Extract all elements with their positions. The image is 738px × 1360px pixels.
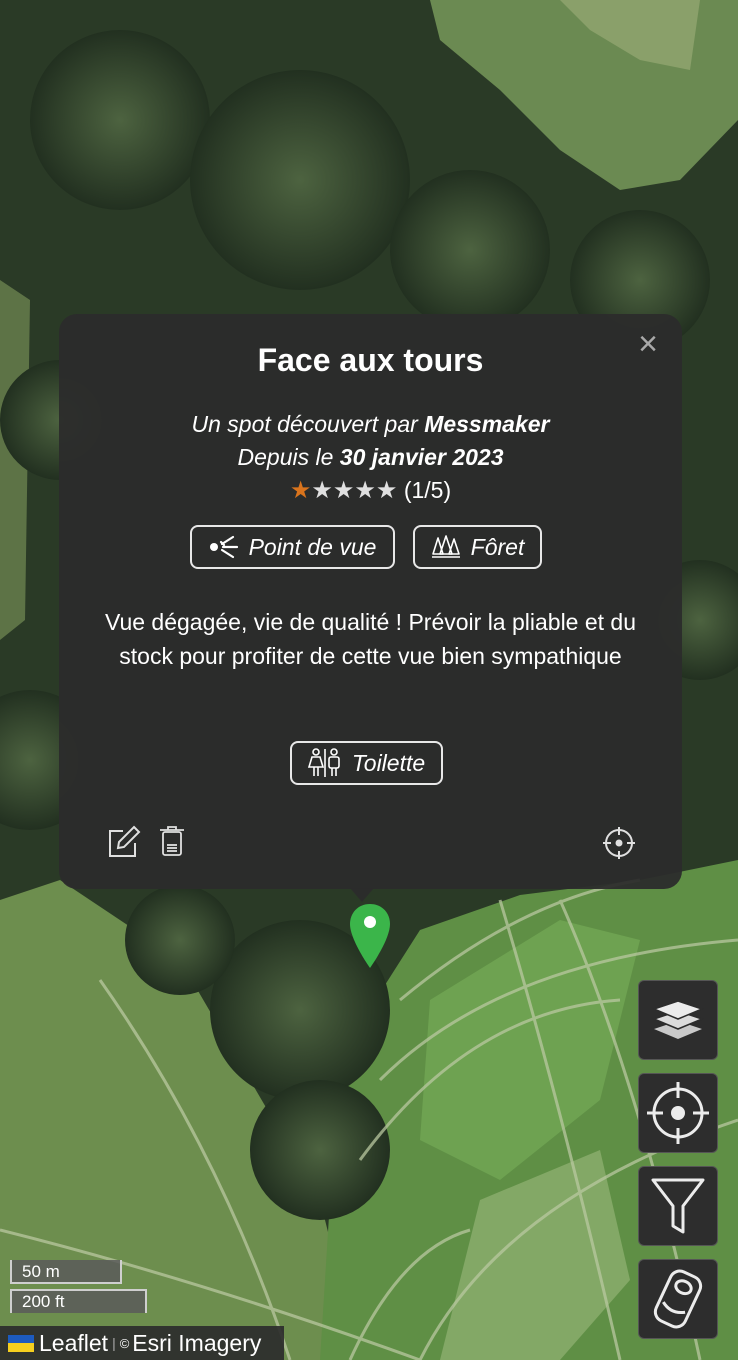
- rating-stars: ★★★★★: [289, 477, 398, 504]
- map-marker-icon: [350, 904, 390, 968]
- esri-imagery-link: Esri Imagery: [132, 1329, 262, 1356]
- can-button[interactable]: [638, 1259, 718, 1339]
- star-empty-icon: ★: [332, 477, 355, 504]
- leaflet-link[interactable]: Leaflet: [39, 1330, 108, 1357]
- ukraine-flag-icon: [8, 1334, 34, 1352]
- scale-imperial: 200 ft: [10, 1289, 147, 1313]
- scale-metric: 50 m: [10, 1260, 122, 1284]
- toilet-icon: [307, 748, 340, 777]
- forest-icon: [431, 535, 460, 558]
- map-view[interactable]: × Face aux tours Un spot découvert par M…: [0, 0, 738, 1360]
- discovered-by: Un spot découvert par Messmaker: [59, 411, 682, 438]
- amenity-toilet[interactable]: Toilette: [290, 741, 443, 785]
- filter-icon: [651, 1178, 705, 1234]
- crosshair-icon: [603, 827, 635, 859]
- trash-icon: [160, 826, 184, 856]
- tag-forest-label: Fôret: [470, 533, 525, 560]
- locate-me-button[interactable]: [638, 1073, 718, 1153]
- star-empty-icon: ★: [375, 477, 398, 504]
- popup-tip: [350, 888, 374, 902]
- edit-icon: [109, 825, 141, 857]
- spot-title: Face aux tours: [257, 342, 484, 378]
- star-empty-icon: ★: [311, 477, 333, 504]
- layers-button[interactable]: [638, 980, 718, 1060]
- center-map-button[interactable]: [602, 826, 636, 865]
- tag-viewpoint-label: Point de vue: [248, 533, 377, 560]
- star-filled-icon: ★: [289, 477, 312, 504]
- rating-text: (1/5): [403, 477, 452, 503]
- discovery-date: Depuis le 30 janvier 2023: [59, 444, 682, 471]
- viewpoint-icon: [209, 535, 238, 559]
- edit-button[interactable]: [107, 825, 141, 864]
- since-prefix: Depuis le: [237, 444, 340, 470]
- attribution-separator: |: [112, 1335, 116, 1351]
- spot-popup: × Face aux tours Un spot découvert par M…: [59, 314, 682, 889]
- copyright-symbol: ©: [119, 1335, 130, 1351]
- filter-button[interactable]: [638, 1166, 718, 1246]
- delete-button[interactable]: [159, 825, 185, 862]
- spot-description: Vue dégagée, vie de qualité ! Prévoir la…: [104, 609, 637, 669]
- star-empty-icon: ★: [354, 477, 376, 504]
- spot-marker[interactable]: [348, 902, 392, 975]
- tag-viewpoint[interactable]: Point de vue: [190, 525, 395, 569]
- rating: ★★★★★ (1/5): [59, 476, 682, 505]
- amenity-toilet-label: Toilette: [351, 749, 426, 776]
- locate-icon: [647, 1082, 709, 1144]
- layers-icon: [652, 1000, 704, 1039]
- author-name: Messmaker: [424, 411, 550, 437]
- discovered-prefix: Un spot découvert par: [191, 411, 425, 437]
- tag-forest[interactable]: Fôret: [413, 525, 542, 569]
- can-icon: [653, 1269, 703, 1329]
- date-value: 30 janvier 2023: [339, 444, 504, 470]
- attribution: Leaflet | © Esri Imagery: [0, 1326, 284, 1360]
